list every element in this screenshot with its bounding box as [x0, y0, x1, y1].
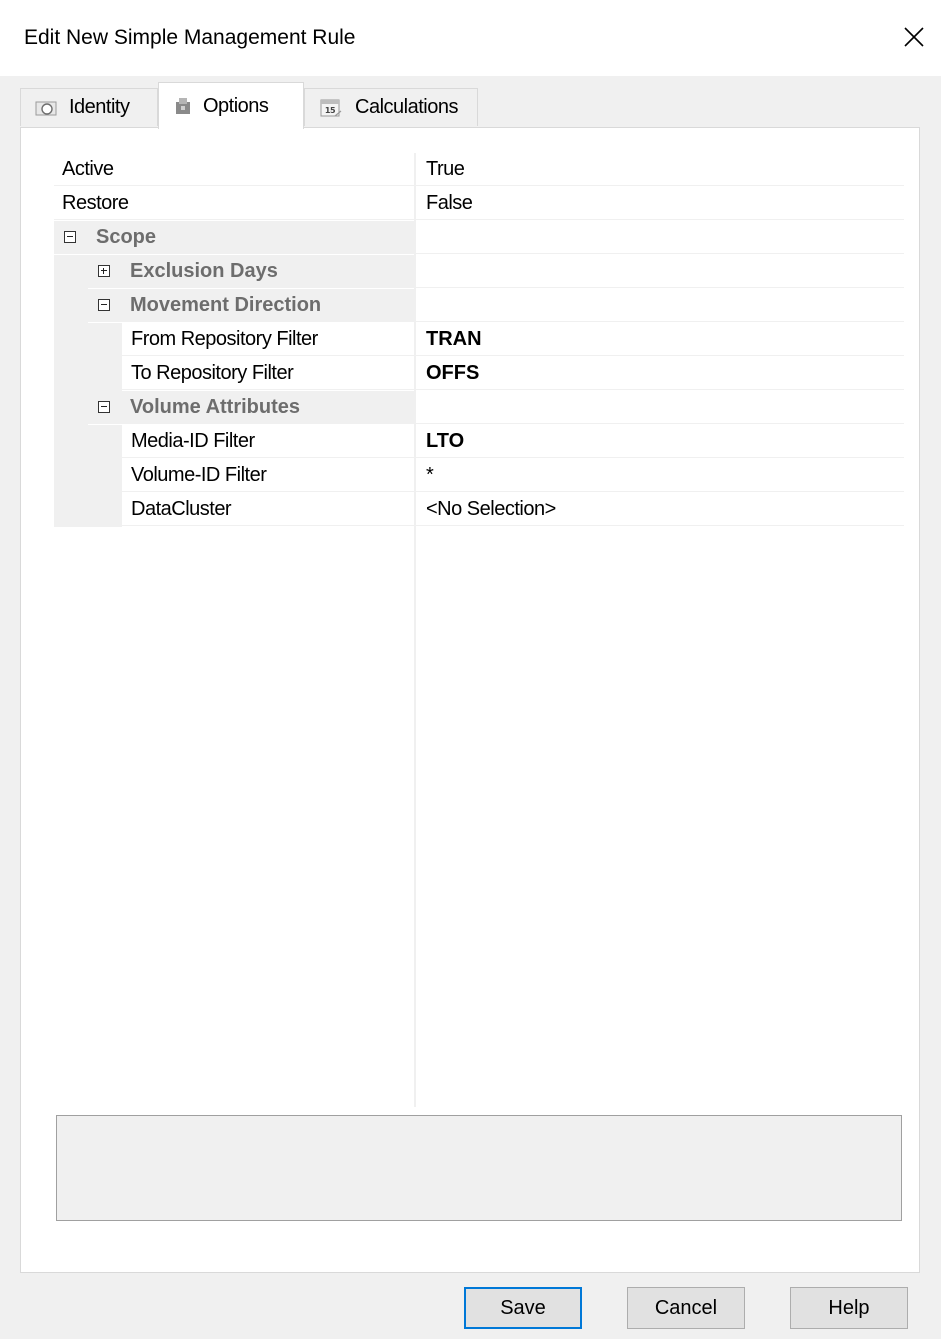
title-bar: Edit New Simple Management Rule [0, 0, 941, 76]
property-row-restore[interactable]: Restore False [54, 187, 904, 221]
property-value-media-id-filter[interactable]: LTO [416, 425, 904, 458]
category-name-volume-attributes: Volume Attributes [130, 396, 301, 418]
category-row-exclusion-days[interactable]: Exclusion Days [54, 255, 904, 289]
property-description-box [56, 1115, 902, 1221]
tab-strip: Identity Options 15 Calculations [20, 82, 920, 129]
category-name-scope: Scope [96, 226, 157, 248]
property-row-from-repository-filter[interactable]: From Repository Filter TRAN [54, 323, 904, 357]
property-row-media-id-filter[interactable]: Media-ID Filter LTO [54, 425, 904, 459]
property-row-to-repository-filter[interactable]: To Repository Filter OFFS [54, 357, 904, 391]
indent-margin [54, 493, 122, 527]
indent-margin [54, 289, 88, 323]
close-button[interactable] [887, 10, 941, 64]
property-name-from-repository-filter: From Repository Filter [131, 328, 318, 350]
tab-options[interactable]: Options [158, 82, 304, 129]
indent-margin [54, 357, 122, 391]
tab-identity[interactable]: Identity [20, 88, 158, 126]
property-value-active[interactable]: True [416, 153, 904, 186]
indent-margin [54, 391, 88, 425]
edit-rule-dialog: Edit New Simple Management Rule Identity [0, 0, 941, 1339]
category-value-volume-attributes [416, 391, 904, 424]
indent-margin [54, 255, 88, 289]
collapse-scope-icon[interactable] [64, 231, 76, 243]
category-value-movement-direction [416, 289, 904, 322]
tab-calculations[interactable]: 15 Calculations [304, 88, 478, 126]
property-value-volume-id-filter[interactable]: * [416, 459, 904, 492]
category-name-movement-direction: Movement Direction [130, 294, 322, 316]
calendar-icon: 15 [319, 97, 345, 119]
tab-options-label: Options [203, 94, 269, 117]
property-value-restore[interactable]: False [416, 187, 904, 220]
collapse-volume-attributes-icon[interactable] [98, 401, 110, 413]
indent-margin [54, 459, 122, 493]
category-value-exclusion-days [416, 255, 904, 288]
property-row-volume-id-filter[interactable]: Volume-ID Filter * [54, 459, 904, 493]
property-row-active[interactable]: Active True [54, 153, 904, 187]
identity-icon [35, 99, 59, 117]
category-name-exclusion-days: Exclusion Days [130, 260, 278, 282]
options-icon [173, 96, 193, 116]
tab-calculations-label: Calculations [355, 96, 458, 118]
property-value-datacluster[interactable]: <No Selection> [416, 493, 904, 526]
indent-margin [54, 425, 122, 459]
dialog-title: Edit New Simple Management Rule [24, 26, 356, 49]
expand-exclusion-days-icon[interactable] [98, 265, 110, 277]
category-row-movement-direction[interactable]: Movement Direction [54, 289, 904, 323]
category-value-scope [416, 221, 904, 254]
category-row-volume-attributes[interactable]: Volume Attributes [54, 391, 904, 425]
cancel-button[interactable]: Cancel [627, 1287, 745, 1329]
calendar-icon-number: 15 [325, 106, 336, 115]
property-name-volume-id-filter: Volume-ID Filter [131, 464, 267, 486]
property-value-from-repository-filter[interactable]: TRAN [416, 323, 904, 356]
property-name-to-repository-filter: To Repository Filter [131, 362, 294, 384]
indent-margin [54, 323, 122, 357]
close-icon [904, 27, 924, 47]
collapse-movement-direction-icon[interactable] [98, 299, 110, 311]
tab-identity-label: Identity [69, 96, 130, 118]
property-row-datacluster[interactable]: DataCluster <No Selection> [54, 493, 904, 527]
property-name-active: Active [62, 158, 114, 180]
save-button[interactable]: Save [464, 1287, 582, 1329]
property-name-media-id-filter: Media-ID Filter [131, 430, 255, 452]
category-row-scope[interactable]: Scope [54, 221, 904, 255]
property-name-datacluster: DataCluster [131, 498, 232, 520]
help-button[interactable]: Help [790, 1287, 908, 1329]
property-grid: Active True Restore False Scope Exclusio… [54, 153, 904, 1107]
property-name-restore: Restore [62, 192, 129, 214]
property-value-to-repository-filter[interactable]: OFFS [416, 357, 904, 390]
